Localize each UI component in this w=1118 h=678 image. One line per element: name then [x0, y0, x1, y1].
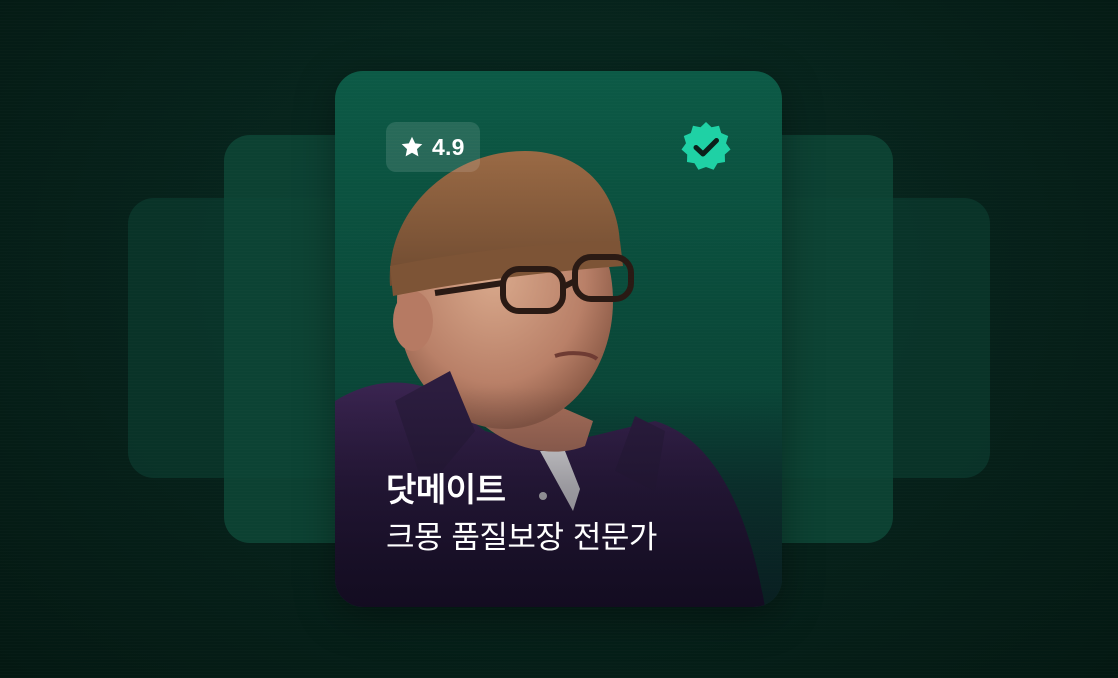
rating-value: 4.9	[432, 133, 465, 160]
rating-badge: 4.9	[386, 122, 480, 172]
expert-card[interactable]: 4.9 닷메이트 크몽 품질보장 전문가	[335, 71, 782, 607]
star-icon	[399, 134, 425, 160]
promo-stage: 4.9 닷메이트 크몽 품질보장 전문가	[0, 0, 1118, 678]
verified-badge-icon	[681, 122, 731, 170]
expert-title: 크몽 품질보장 전문가	[386, 520, 657, 556]
expert-name: 닷메이트	[386, 470, 506, 509]
